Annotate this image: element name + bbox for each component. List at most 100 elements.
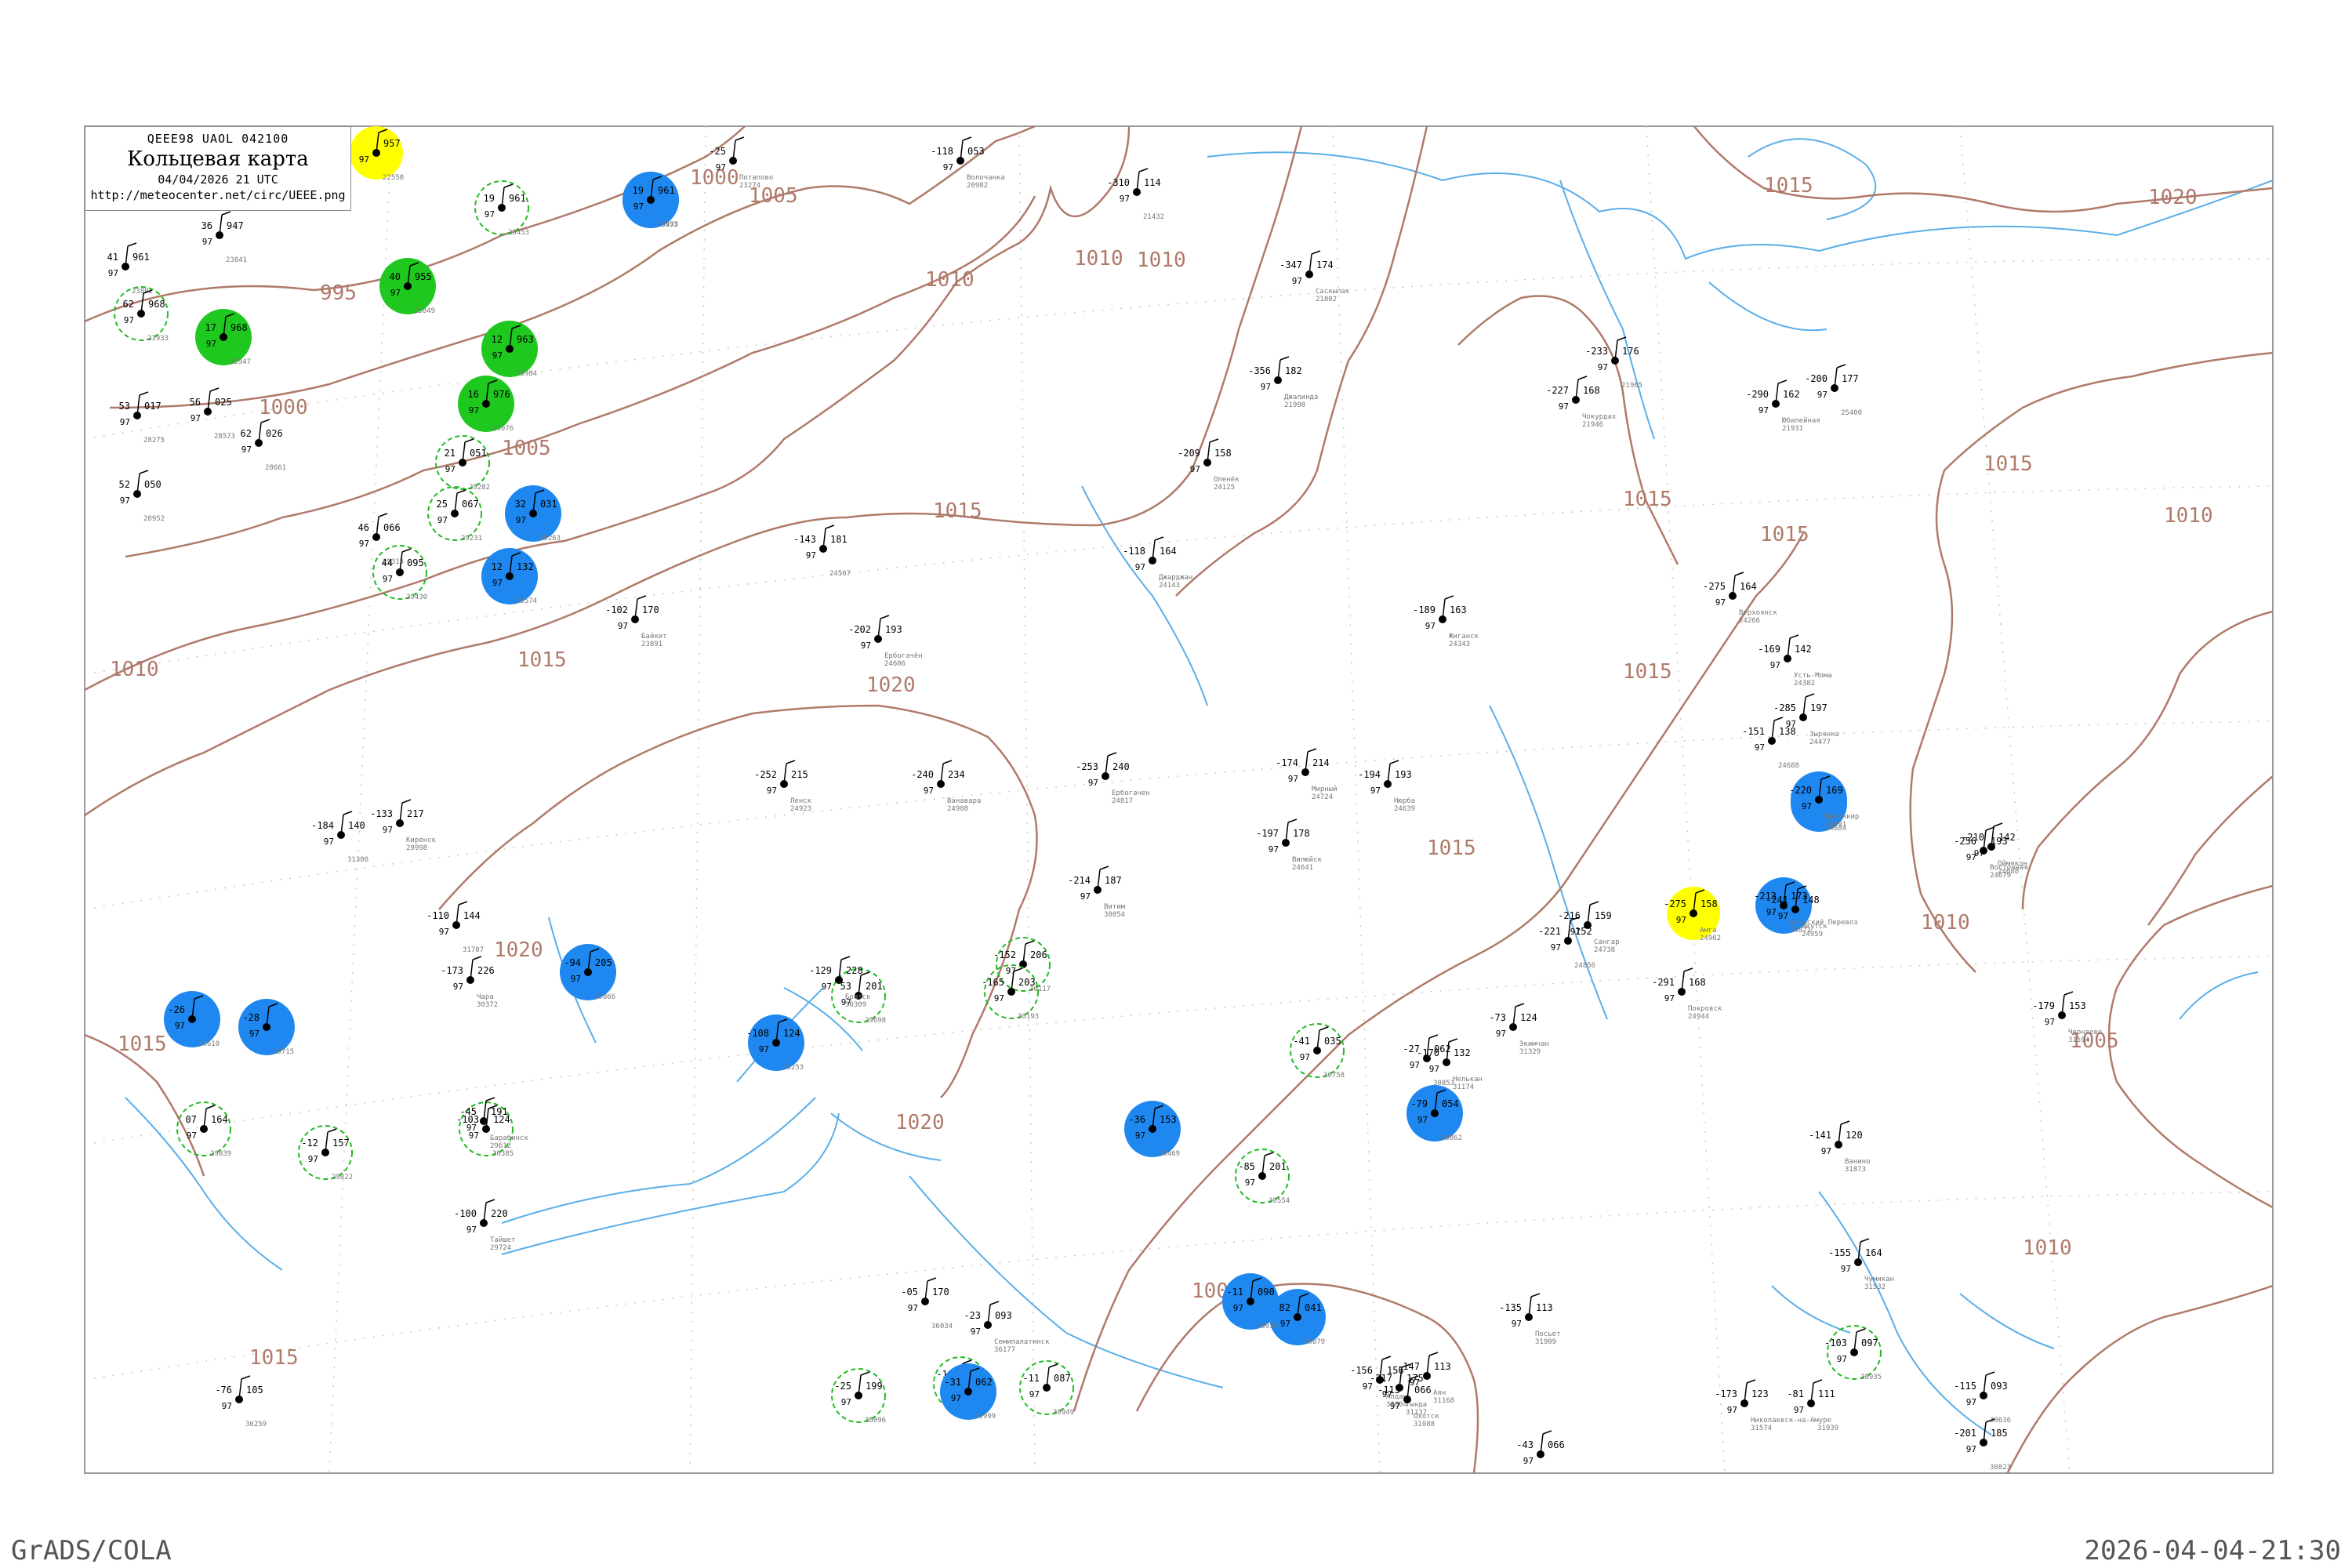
station-plot[interactable]: -201 185 97 30823	[1954, 1418, 2011, 1472]
station-plot[interactable]: -216 159 97 Сангар24738	[1558, 901, 1620, 954]
station-plot[interactable]: -169 142 97 Усть-Мома24382	[1758, 634, 1832, 688]
isobar-label: 1015	[1760, 523, 1809, 546]
station-temperature: -275	[1664, 898, 1686, 909]
station-plot[interactable]: -11 090 97 30935	[1222, 1273, 1279, 1330]
station-plot[interactable]: -197 178 97 Вилюйск24641	[1256, 818, 1323, 872]
station-plot[interactable]: -194 193 97 Нюрба24639	[1358, 760, 1415, 813]
station-plot[interactable]: -76 105 97 36259	[215, 1375, 267, 1428]
station-plot[interactable]: -275 158 97 Амга24962	[1664, 887, 1721, 942]
station-plot[interactable]: 52 050 97 28952	[119, 470, 165, 523]
station-plot[interactable]: -110 144 97 31707	[426, 901, 484, 954]
station-plot[interactable]: -73 124 97 Экимчан31329	[1489, 1003, 1549, 1056]
station-plot[interactable]: -200 177 97 25400	[1805, 364, 1862, 417]
station-dewpoint: 97	[1088, 778, 1098, 788]
station-plot[interactable]: -94 205 97 29866	[560, 944, 616, 1001]
station-dewpoint: 97	[485, 209, 495, 220]
station-plot[interactable]: -100 220 97 Тайшет29724	[454, 1199, 516, 1252]
station-plot[interactable]: -173 123 97 Николаевск-на-Амуре31574	[1715, 1379, 1831, 1432]
station-dewpoint: 97	[390, 288, 401, 298]
station-plot[interactable]: -129 228 97 Братск30309	[809, 956, 871, 1009]
station-plot[interactable]: -174 214 97 Мирный24724	[1276, 748, 1338, 801]
station-name: Нелькан	[1453, 1076, 1483, 1083]
station-plot[interactable]: 53 017 97 28275	[119, 391, 165, 445]
station-plot[interactable]: -135 113 97 Посьет31909	[1499, 1293, 1561, 1346]
station-plot[interactable]: -79 054 97 30862	[1406, 1085, 1463, 1142]
station-plot[interactable]: -285 19797Зырянка24477	[1773, 693, 1839, 746]
station-plot[interactable]: 25 067 97 29231	[427, 486, 482, 543]
station-plot[interactable]: 56 025 97 28573	[190, 387, 236, 441]
station-pressure: 138	[1779, 726, 1796, 737]
station-plot[interactable]: -25 199 97 36096	[831, 1368, 886, 1425]
station-plot[interactable]: -173 226 97 Чара30372	[441, 956, 498, 1009]
station-plot[interactable]: -202 193 97 Ербогачён24606	[848, 615, 923, 668]
station-plot[interactable]: -36 153 97 30469	[1124, 1101, 1181, 1158]
station-dewpoint: 97	[943, 162, 953, 172]
station-dewpoint: 97	[1559, 401, 1569, 412]
station-dewpoint: 97	[516, 515, 526, 525]
station-plot[interactable]: 957 97 22550	[350, 126, 404, 182]
station-plot[interactable]: -220 169 97 Делянкир24691	[1789, 771, 1859, 829]
station-plot[interactable]: -291 168 97 Покровск24944	[1652, 967, 1722, 1021]
station-plot[interactable]: -227 168 97 Чокурдах21946	[1546, 376, 1617, 429]
station-plot[interactable]: -12 157 97 29822	[298, 1125, 353, 1181]
station-plot[interactable]: -233 176 97 21965	[1585, 336, 1642, 390]
station-plot[interactable]: -209 158 97 Оленёк24125	[1178, 438, 1240, 492]
station-dewpoint: 97	[120, 495, 130, 506]
station-plot[interactable]: -102 170 97 Байкит23891	[605, 595, 667, 648]
station-plot[interactable]: -252 215 97 Ленск24923	[754, 760, 812, 813]
station-plot[interactable]: -310 114 97 21432	[1107, 168, 1164, 221]
station-plot[interactable]: 36 947 97 23841	[201, 211, 248, 264]
station-plot[interactable]: 19 961 97 23955	[622, 172, 679, 229]
station-temperature: -25	[834, 1381, 851, 1392]
station-pressure: 162	[1783, 389, 1800, 400]
station-plot[interactable]: 40 955 97 23849	[379, 258, 436, 315]
station-pressure: 968	[230, 322, 248, 333]
map-url[interactable]: http://meteocenter.net/circ/UEEE.png	[85, 188, 350, 202]
station-plot[interactable]: 21 051 97 29282	[435, 435, 490, 492]
station-plot[interactable]: 32 031 97 29263	[505, 485, 561, 543]
station-plot[interactable]: 62 026 97 28661	[241, 419, 287, 472]
station-plot[interactable]: 12 963 97 23984	[481, 321, 538, 378]
station-plot[interactable]: 12 132 97 29574	[481, 548, 538, 605]
station-plot[interactable]: -108 124 97 30253	[746, 1014, 804, 1072]
station-plot[interactable]: -189 163 97 Жиганск24343	[1413, 595, 1479, 648]
station-plot[interactable]: -103 097 97 30935	[1824, 1325, 1882, 1381]
station-dewpoint: 97	[1551, 942, 1561, 953]
station-plot[interactable]: -11 087 97 30949	[1019, 1360, 1074, 1417]
station-plot[interactable]: -31 062 97 30999	[940, 1363, 996, 1421]
station-plot[interactable]: -05 170 97 36034	[901, 1277, 953, 1330]
station-plot[interactable]: -290 162 97 Юбилейная21931	[1746, 379, 1820, 433]
station-plot[interactable]: -141 120 97 Ванино31873	[1809, 1120, 1871, 1174]
isobar-label: 1010	[2023, 1236, 2072, 1260]
station-plot[interactable]: -43 066 97 44231	[1516, 1430, 1568, 1483]
station-plot[interactable]: -240 234 97 Ванавара24908	[911, 760, 981, 813]
station-plot[interactable]: -179 153 97 Черняево31594	[2032, 991, 2102, 1044]
station-plot[interactable]: -28 97 30715	[238, 999, 295, 1056]
station-dewpoint: 97	[359, 539, 369, 549]
station-plot[interactable]: -41 035 97 30758	[1290, 1023, 1345, 1080]
station-plot[interactable]: -356 182 97 Джалинда21908	[1248, 356, 1318, 409]
station-plot[interactable]: 19 961 97 23453	[474, 180, 529, 237]
station-plot[interactable]: -115 093 97 30636	[1954, 1371, 2011, 1425]
station-plot[interactable]: -23 093 97 Семипалатинск36177	[964, 1301, 1050, 1354]
station-plot[interactable]: -133 217 97 Киренск29998	[370, 799, 437, 852]
station-plot[interactable]: -118 164 97 Джарджан24143	[1123, 536, 1192, 590]
station-plot[interactable]: -26 97 30610	[164, 991, 220, 1048]
station-plot[interactable]: -85 201 97 30554	[1235, 1149, 1290, 1205]
station-plot[interactable]: -275 164 97 Верхоянск24266	[1703, 572, 1777, 625]
station-index: 29822	[332, 1174, 353, 1181]
station-plot[interactable]: -253 240 97 Ербогачен24817	[1076, 752, 1150, 805]
station-plot[interactable]: 17 968 97 23947	[195, 309, 252, 366]
station-plot[interactable]: 16 976 97 24076	[458, 376, 514, 433]
station-temperature: 17	[205, 322, 216, 333]
station-plot[interactable]: -143 181 97 24507	[793, 524, 851, 578]
station-plot[interactable]: -256 193 97 Восточная24679	[1954, 826, 2028, 880]
station-plot[interactable]: 41 9619723802	[107, 242, 154, 296]
station-pressure: 193	[1991, 836, 2008, 847]
station-plot[interactable]: -155 164 97 Чумикан31532	[1828, 1238, 1894, 1291]
station-plot[interactable]: -184 140 97 31300	[311, 811, 368, 864]
station-dewpoint: 97	[971, 1327, 981, 1337]
station-plot[interactable]: -151 138 97 24688	[1742, 717, 1799, 770]
station-temperature: -135	[1499, 1302, 1522, 1313]
station-plot[interactable]: -214 187 97 Витим30054	[1068, 866, 1126, 919]
